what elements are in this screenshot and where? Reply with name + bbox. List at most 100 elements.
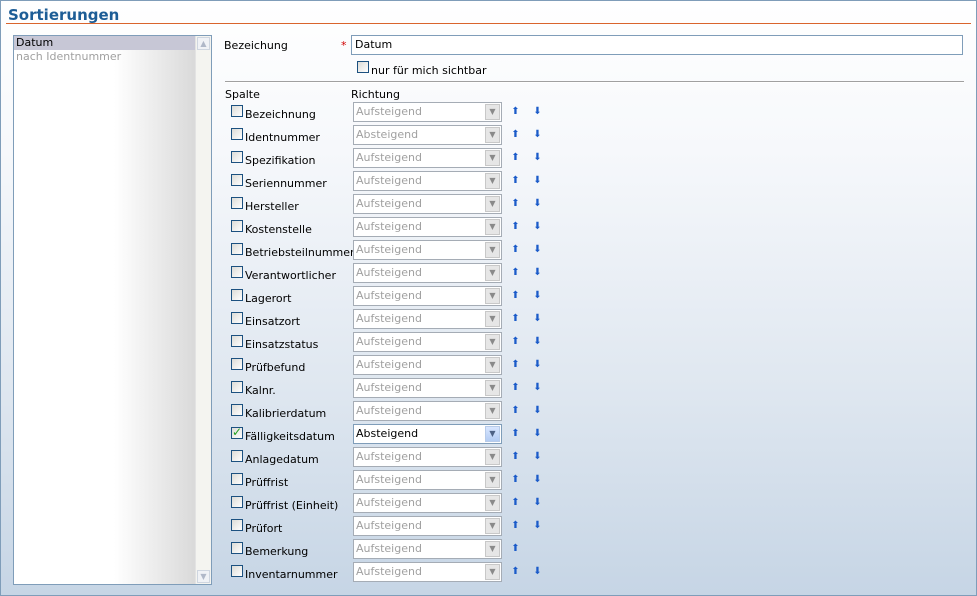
sort-column-checkbox[interactable] (231, 197, 243, 209)
arrow-down-icon[interactable]: ⬇ (532, 519, 543, 532)
chevron-down-icon[interactable]: ▼ (485, 196, 500, 212)
chevron-down-icon[interactable]: ▼ (485, 311, 500, 327)
direction-select[interactable]: Aufsteigend ▼ (353, 470, 502, 490)
direction-select[interactable]: Aufsteigend ▼ (353, 217, 502, 237)
sort-column-checkbox[interactable] (231, 243, 243, 255)
chevron-down-icon[interactable]: ▼ (485, 173, 500, 189)
direction-select[interactable]: Aufsteigend ▼ (353, 263, 502, 283)
direction-select[interactable]: Aufsteigend ▼ (353, 171, 502, 191)
sort-column-checkbox[interactable] (231, 542, 243, 554)
sort-column-checkbox[interactable] (231, 266, 243, 278)
sort-column-checkbox[interactable] (231, 425, 243, 439)
chevron-down-icon[interactable]: ▼ (485, 564, 500, 580)
sort-column-checkbox[interactable] (231, 128, 243, 140)
direction-select[interactable]: Aufsteigend ▼ (353, 562, 502, 582)
sort-column-checkbox[interactable] (231, 358, 243, 370)
sort-column-checkbox[interactable] (231, 519, 243, 531)
private-checkbox[interactable] (357, 61, 369, 73)
direction-select[interactable]: Aufsteigend ▼ (353, 309, 502, 329)
arrow-down-icon[interactable]: ⬇ (532, 335, 543, 348)
arrow-up-icon[interactable]: ⬆ (510, 197, 521, 210)
scroll-up-icon[interactable]: ▲ (197, 37, 210, 50)
direction-select[interactable]: Aufsteigend ▼ (353, 447, 502, 467)
sort-column-checkbox[interactable] (231, 220, 243, 232)
chevron-down-icon[interactable]: ▼ (485, 518, 500, 534)
arrow-down-icon[interactable]: ⬇ (532, 128, 543, 141)
arrow-down-icon[interactable]: ⬇ (532, 197, 543, 210)
arrow-up-icon[interactable]: ⬆ (510, 174, 521, 187)
arrow-up-icon[interactable]: ⬆ (510, 427, 521, 440)
arrow-up-icon[interactable]: ⬆ (510, 128, 521, 141)
arrow-up-icon[interactable]: ⬆ (510, 381, 521, 394)
chevron-down-icon[interactable]: ▼ (485, 426, 500, 442)
chevron-down-icon[interactable]: ▼ (485, 265, 500, 281)
chevron-down-icon[interactable]: ▼ (485, 219, 500, 235)
direction-select[interactable]: Aufsteigend ▼ (353, 240, 502, 260)
chevron-down-icon[interactable]: ▼ (485, 288, 500, 304)
list-item[interactable]: nach Identnummer (14, 50, 196, 64)
arrow-up-icon[interactable]: ⬆ (510, 335, 521, 348)
arrow-up-icon[interactable]: ⬆ (510, 312, 521, 325)
sort-column-checkbox[interactable] (231, 174, 243, 186)
arrow-down-icon[interactable]: ⬇ (532, 450, 543, 463)
arrow-down-icon[interactable]: ⬇ (532, 358, 543, 371)
chevron-down-icon[interactable]: ▼ (485, 495, 500, 511)
arrow-down-icon[interactable]: ⬇ (532, 565, 543, 578)
arrow-up-icon[interactable]: ⬆ (510, 358, 521, 371)
sort-column-checkbox[interactable] (231, 312, 243, 324)
sort-column-checkbox[interactable] (231, 404, 243, 416)
sort-column-checkbox[interactable] (231, 450, 243, 462)
direction-select[interactable]: Absteigend ▼ (353, 424, 502, 444)
sort-column-checkbox[interactable] (231, 335, 243, 347)
direction-select[interactable]: Aufsteigend ▼ (353, 516, 502, 536)
direction-select[interactable]: Aufsteigend ▼ (353, 148, 502, 168)
chevron-down-icon[interactable]: ▼ (485, 127, 500, 143)
name-input[interactable]: Datum (351, 35, 963, 55)
arrow-down-icon[interactable]: ⬇ (532, 220, 543, 233)
chevron-down-icon[interactable]: ▼ (485, 150, 500, 166)
arrow-up-icon[interactable]: ⬆ (510, 243, 521, 256)
direction-select[interactable]: Aufsteigend ▼ (353, 355, 502, 375)
arrow-up-icon[interactable]: ⬆ (510, 105, 521, 118)
chevron-down-icon[interactable]: ▼ (485, 541, 500, 557)
sort-column-checkbox[interactable] (231, 381, 243, 393)
arrow-up-icon[interactable]: ⬆ (510, 151, 521, 164)
arrow-up-icon[interactable]: ⬆ (510, 450, 521, 463)
arrow-up-icon[interactable]: ⬆ (510, 473, 521, 486)
arrow-up-icon[interactable]: ⬆ (510, 565, 521, 578)
arrow-up-icon[interactable]: ⬆ (510, 404, 521, 417)
direction-select[interactable]: Aufsteigend ▼ (353, 332, 502, 352)
arrow-down-icon[interactable]: ⬇ (532, 427, 543, 440)
chevron-down-icon[interactable]: ▼ (485, 357, 500, 373)
arrow-up-icon[interactable]: ⬆ (510, 542, 521, 555)
arrow-down-icon[interactable]: ⬇ (532, 473, 543, 486)
chevron-down-icon[interactable]: ▼ (485, 334, 500, 350)
chevron-down-icon[interactable]: ▼ (485, 403, 500, 419)
arrow-down-icon[interactable]: ⬇ (532, 289, 543, 302)
direction-select[interactable]: Absteigend ▼ (353, 125, 502, 145)
sort-column-checkbox[interactable] (231, 473, 243, 485)
chevron-down-icon[interactable]: ▼ (485, 449, 500, 465)
chevron-down-icon[interactable]: ▼ (485, 472, 500, 488)
chevron-down-icon[interactable]: ▼ (485, 242, 500, 258)
scroll-down-icon[interactable]: ▼ (197, 570, 210, 583)
direction-select[interactable]: Aufsteigend ▼ (353, 401, 502, 421)
arrow-up-icon[interactable]: ⬆ (510, 519, 521, 532)
arrow-down-icon[interactable]: ⬇ (532, 496, 543, 509)
sort-list-scrollbar[interactable]: ▲ ▼ (195, 36, 211, 584)
chevron-down-icon[interactable]: ▼ (485, 104, 500, 120)
direction-select[interactable]: Aufsteigend ▼ (353, 493, 502, 513)
direction-select[interactable]: Aufsteigend ▼ (353, 102, 502, 122)
chevron-down-icon[interactable]: ▼ (485, 380, 500, 396)
direction-select[interactable]: Aufsteigend ▼ (353, 194, 502, 214)
arrow-up-icon[interactable]: ⬆ (510, 266, 521, 279)
arrow-up-icon[interactable]: ⬆ (510, 289, 521, 302)
arrow-up-icon[interactable]: ⬆ (510, 220, 521, 233)
sort-column-checkbox[interactable] (231, 105, 243, 117)
arrow-down-icon[interactable]: ⬇ (532, 381, 543, 394)
arrow-down-icon[interactable]: ⬇ (532, 312, 543, 325)
arrow-down-icon[interactable]: ⬇ (532, 105, 543, 118)
sort-list[interactable]: Datum nach Identnummer ▲ ▼ (13, 35, 212, 585)
arrow-down-icon[interactable]: ⬇ (532, 243, 543, 256)
arrow-down-icon[interactable]: ⬇ (532, 266, 543, 279)
